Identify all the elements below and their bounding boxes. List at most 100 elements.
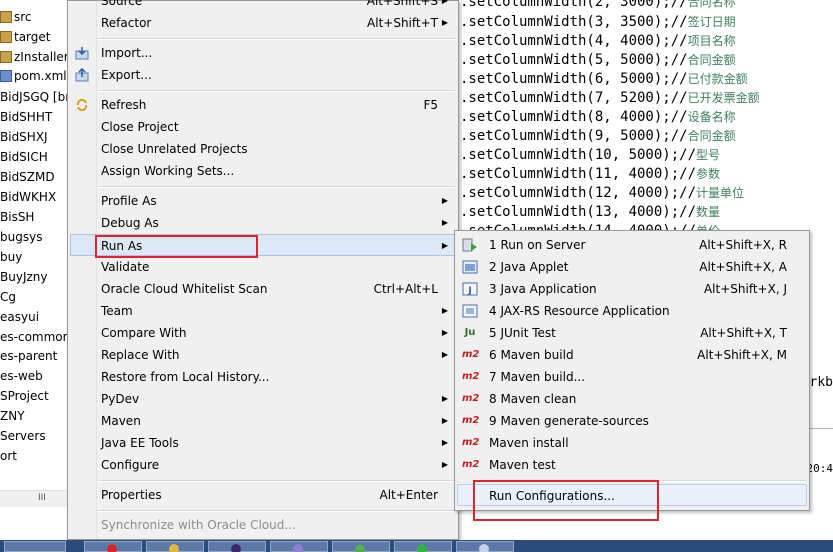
menu-item-close-unrelated-projects[interactable]: Close Unrelated Projects xyxy=(70,138,456,160)
submenu-item-run-configurations[interactable]: Run Configurations... xyxy=(457,484,807,506)
tree-item[interactable]: zInstaller xyxy=(0,47,67,67)
menu-item-source[interactable]: Source Alt+Shift+S ▶ xyxy=(70,0,456,12)
submenu-arrow-icon: ▶ xyxy=(441,218,448,227)
submenu-item-label: 5 JUnit Test xyxy=(489,326,556,340)
tree-item[interactable]: BidJSGQ [br xyxy=(0,87,67,107)
menu-item-properties[interactable]: Properties Alt+Enter xyxy=(70,484,456,506)
menu-item-profile-as[interactable]: Profile As ▶ xyxy=(70,190,456,212)
taskbar-button[interactable] xyxy=(84,541,142,552)
taskbar-button[interactable] xyxy=(4,541,66,552)
submenu-arrow-icon: ▶ xyxy=(441,350,448,359)
tree-item[interactable]: target xyxy=(0,27,51,47)
tree-item[interactable]: BidSICH xyxy=(0,147,48,167)
submenu-item-maven-generate-sources[interactable]: m2 9 Maven generate-sources xyxy=(457,410,807,432)
taskbar-button[interactable] xyxy=(270,541,328,552)
tree-item[interactable]: Cg xyxy=(0,287,16,307)
menu-item-maven[interactable]: Maven ▶ xyxy=(70,410,456,432)
tree-item[interactable]: easyui xyxy=(0,307,39,327)
menu-item-close-project[interactable]: Close Project xyxy=(70,116,456,138)
tree-item[interactable]: ort xyxy=(0,446,17,466)
tree-item-label: BidJSGQ [br xyxy=(0,90,67,104)
menu-item-refresh[interactable]: Refresh F5 xyxy=(70,94,456,116)
tree-item[interactable]: buy xyxy=(0,247,22,267)
menu-item-label: Maven xyxy=(101,414,141,428)
menu-item-refactor[interactable]: Refactor Alt+Shift+T ▶ xyxy=(70,12,456,34)
tree-item[interactable]: bugsys xyxy=(0,227,42,247)
submenu-item-label: 1 Run on Server xyxy=(489,238,586,252)
menu-item-export[interactable]: Export... xyxy=(70,64,456,86)
submenu-item-maven-clean[interactable]: m2 8 Maven clean xyxy=(457,388,807,410)
submenu-item-maven-install[interactable]: m2 Maven install xyxy=(457,432,807,454)
folder-icon xyxy=(0,11,12,23)
menu-item-replace-with[interactable]: Replace With ▶ xyxy=(70,344,456,366)
taskbar-button[interactable] xyxy=(146,541,204,552)
tree-item[interactable]: Servers xyxy=(0,426,46,446)
tree-horizontal-scrollbar[interactable]: III xyxy=(0,490,67,507)
tree-item[interactable]: SProject xyxy=(0,386,49,406)
code-comment: 数量 xyxy=(696,205,721,219)
submenu-item-java-application[interactable]: J 3 Java Application Alt+Shift+X, J xyxy=(457,278,807,300)
submenu-item-label: Run Configurations... xyxy=(489,489,615,503)
code-line: .setColumnWidth(7, 5200);//已开发票金额 xyxy=(460,89,760,108)
submenu-item-shortcut: Alt+Shift+X, J xyxy=(703,282,787,296)
tree-item[interactable]: ZNY xyxy=(0,406,25,426)
submenu-item-maven-build-dialog[interactable]: m2 7 Maven build... xyxy=(457,366,807,388)
maven-icon: m2 xyxy=(462,371,480,382)
tree-item-label: zInstaller xyxy=(14,50,67,64)
menu-item-label: Compare With xyxy=(101,326,187,340)
menu-item-oracle-cloud-whitelist-scan[interactable]: Oracle Cloud Whitelist Scan Ctrl+Alt+L xyxy=(70,278,456,300)
menu-item-label: Replace With xyxy=(101,348,180,362)
submenu-item-maven-test[interactable]: m2 Maven test xyxy=(457,454,807,476)
menu-item-compare-with[interactable]: Compare With ▶ xyxy=(70,322,456,344)
tree-item[interactable]: es-common xyxy=(0,327,67,347)
code-line: .setColumnWidth(4, 4000);//项目名称 xyxy=(460,32,736,51)
maven-icon: m2 xyxy=(462,393,480,404)
submenu-item-java-applet[interactable]: 2 Java Applet Alt+Shift+X, A xyxy=(457,256,807,278)
menu-item-team[interactable]: Team ▶ xyxy=(70,300,456,322)
menu-item-validate[interactable]: Validate xyxy=(70,256,456,278)
submenu-item-junit-test[interactable]: Ju 5 JUnit Test Alt+Shift+X, T xyxy=(457,322,807,344)
maven-icon: m2 xyxy=(462,459,480,470)
tree-item[interactable]: BidSZMD xyxy=(0,167,55,187)
code-comment: 签订日期 xyxy=(687,15,736,29)
submenu-item-maven-build[interactable]: m2 6 Maven build Alt+Shift+X, M xyxy=(457,344,807,366)
menu-item-assign-working-sets[interactable]: Assign Working Sets... xyxy=(70,160,456,182)
menu-item-import[interactable]: Import... xyxy=(70,42,456,64)
menu-item-run-as[interactable]: Run As ▶ xyxy=(70,234,456,256)
menu-item-label: Synchronize with Oracle Cloud... xyxy=(101,518,296,532)
tree-item[interactable]: BidWKHX xyxy=(0,187,56,207)
code-text: .setColumnWidth(12, 4000);// xyxy=(460,185,697,201)
taskbar-button[interactable] xyxy=(456,541,514,552)
menu-item-java-ee-tools[interactable]: Java EE Tools ▶ xyxy=(70,432,456,454)
scrollbar-grip[interactable]: III xyxy=(38,493,46,503)
menu-separator xyxy=(98,90,455,92)
code-text: .setColumnWidth(8, 4000);// xyxy=(460,109,688,125)
taskbar-button[interactable] xyxy=(332,541,390,552)
tree-item[interactable]: es-parent xyxy=(0,346,57,366)
tree-item-label: BidSZMD xyxy=(0,170,55,184)
tree-item[interactable]: BidSHXJ xyxy=(0,127,48,147)
taskbar-button[interactable] xyxy=(208,541,266,552)
menu-item-shortcut: Alt+Shift+S xyxy=(366,0,438,8)
taskbar-button[interactable] xyxy=(394,541,452,552)
taskbar xyxy=(0,540,833,552)
submenu-item-jaxrs-resource-application[interactable]: 4 JAX-RS Resource Application xyxy=(457,300,807,322)
submenu-item-label: 2 Java Applet xyxy=(489,260,569,274)
menu-item-restore-local-history[interactable]: Restore from Local History... xyxy=(70,366,456,388)
tree-item[interactable]: pom.xml xyxy=(0,66,67,86)
menu-item-configure[interactable]: Configure ▶ xyxy=(70,454,456,476)
submenu-item-run-on-server[interactable]: 1 Run on Server Alt+Shift+X, R xyxy=(457,234,807,256)
tree-item[interactable]: BisSH xyxy=(0,207,34,227)
tree-item[interactable]: src xyxy=(0,7,32,27)
menu-item-debug-as[interactable]: Debug As ▶ xyxy=(70,212,456,234)
run-server-icon xyxy=(462,238,477,252)
menu-item-pydev[interactable]: PyDev ▶ xyxy=(70,388,456,410)
tree-item[interactable]: BuyJzny xyxy=(0,267,47,287)
menu-item-shortcut: Ctrl+Alt+L xyxy=(373,282,438,296)
code-line: .setColumnWidth(3, 3500);//签订日期 xyxy=(460,13,736,32)
tree-item[interactable]: es-web xyxy=(0,366,43,386)
tree-item-label: ort xyxy=(0,449,17,463)
code-text: .setColumnWidth(10, 5000);// xyxy=(460,147,697,163)
tree-item[interactable]: BidSHHT xyxy=(0,107,52,127)
code-comment: 参数 xyxy=(696,167,721,181)
